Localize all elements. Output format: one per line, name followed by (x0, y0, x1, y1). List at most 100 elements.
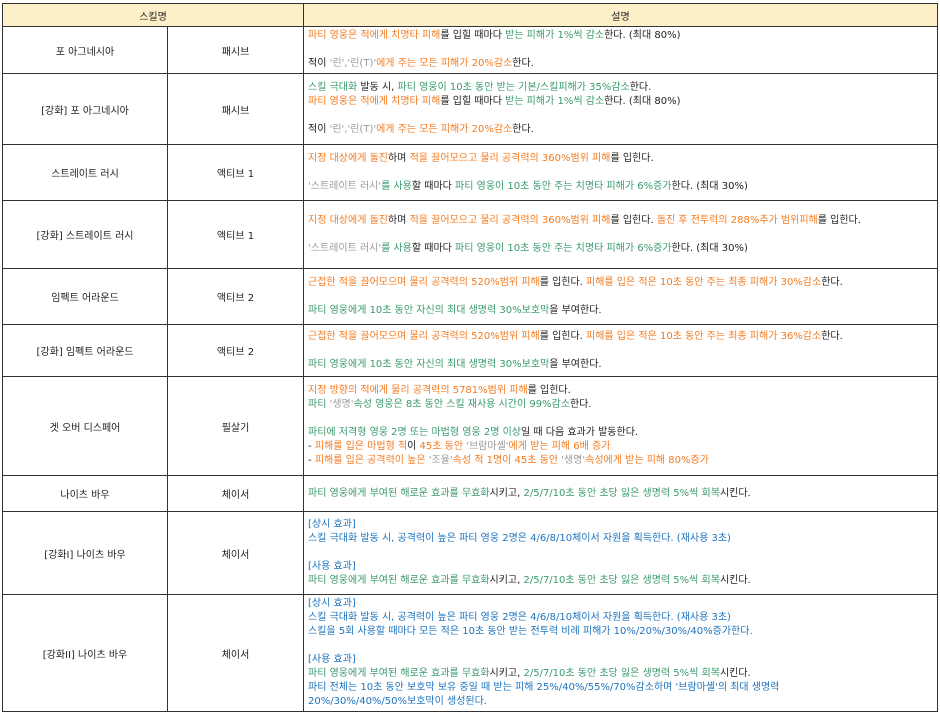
description-line: 파티 전체는 10초 동안 보호막 보유 중일 때 받는 피해 25%/40%/… (308, 681, 933, 695)
text-segment: 파티 영웅에게 부여된 해로운 효과를 무효화 (308, 487, 490, 499)
text-segment: 받는 피해가 1%씩 감소 (505, 96, 605, 107)
skill-type: 필살기 (166, 376, 305, 476)
text-segment: 하며 (387, 152, 410, 164)
text-segment: - (308, 441, 315, 452)
text-segment: 피해를 입은 공격력이 높은 (314, 455, 429, 466)
text-segment: 파티에 저격형 영웅 2명 또는 마법형 영웅 2명 이상 (308, 427, 521, 438)
text-segment: 를 사용 (381, 180, 412, 192)
description-line (308, 290, 933, 304)
text-segment: 근접한 적을 끌어모으며 물리 공격력의 520%범위 피해 (308, 276, 540, 288)
text-segment: '생명' (561, 455, 586, 466)
text-segment: - (308, 455, 315, 466)
description-line (308, 344, 933, 358)
description-line (308, 166, 933, 180)
skill-description: 지정 방향의 적에게 물리 공격력의 5781%범위 피해를 입힌다. 파티 '생… (303, 376, 938, 476)
skill-description: 지정 대상에게 돌진하며 적을 끌어모으고 물리 공격력의 360%범위 피해를… (303, 200, 938, 269)
text-segment: 받는 피해가 1%씩 감소 (505, 30, 605, 41)
description-line: 근접한 적을 끌어모으며 물리 공격력의 520%범위 피해를 입힌다. 피해를… (308, 330, 933, 344)
skill-description: 근접한 적을 끌어모으며 물리 공격력의 520%범위 피해를 입힌다. 피해를… (303, 268, 938, 325)
text-segment: 시키고, (489, 487, 524, 499)
text-segment: 한다. (569, 399, 592, 410)
description-line: 지정 대상에게 돌진하며 적을 끌어모으고 물리 공격력의 360%범위 피해를… (308, 214, 933, 228)
skill-type: 액티브 2 (166, 268, 305, 325)
description-line (308, 109, 933, 123)
skill-type: 액티브 1 (166, 200, 305, 269)
text-segment: 파티 영웅에게 10초 동안 자신의 최대 생명력 30%보호막 (308, 358, 550, 370)
text-segment: [사용 효과] (308, 654, 356, 665)
text-segment: 속성 적 1명이 45초 동안 (452, 455, 562, 466)
skill-name: 임펙트 어라운드 (2, 268, 168, 325)
header-skill-name: 스킬명 (1, 3, 305, 27)
description-line: 파티 '생명'속성 영웅은 8초 동안 스킬 재사용 시간이 99%감소한다. (308, 398, 933, 412)
skill-description: 파티 영웅은 적에게 치명타 피해를 입힐 때마다 받는 피해가 1%씩 감소한… (303, 26, 938, 74)
text-segment: 지정 대상에게 돌진 (308, 214, 388, 226)
text-segment: 스킬 극대화 (308, 82, 358, 93)
skill-name: [강화I] 나이츠 바우 (2, 511, 168, 595)
text-segment: 를 입힌다. (610, 214, 657, 226)
text-segment: 할 때마다 (411, 180, 456, 192)
description-line: 파티 영웅에게 부여된 해로운 효과를 무효화시키고, 2/5/7/10초 동안… (308, 487, 933, 501)
description-line: 적이 '린','린(T)'에게 주는 모든 피해가 20%감소한다. (308, 123, 933, 137)
text-segment: [상시 효과] (308, 598, 356, 609)
description-line: 지정 대상에게 돌진하며 적을 끌어모으고 물리 공격력의 360%범위 피해를… (308, 152, 933, 166)
description-line: [상시 효과] (308, 597, 933, 611)
text-segment: 이 (407, 441, 420, 452)
text-segment: 스킬 극대화 발동 시, 공격력이 높은 파티 영웅 2명은 4/6/8/10체… (308, 612, 731, 623)
description-line: 적이 '린','린(T)'에게 주는 모든 피해가 20%감소한다. (308, 57, 933, 71)
header-description: 설명 (303, 3, 938, 27)
skill-type: 체이서 (166, 511, 305, 595)
text-segment: 파티 영웅이 10초 동안 주는 치명타 피해가 6%증가 (455, 242, 672, 254)
table-row: 겟 오버 디스페어 필살기 지정 방향의 적에게 물리 공격력의 5781%범위 피… (2, 376, 938, 476)
description-line: [사용 효과] (308, 653, 933, 667)
text-segment: 파티 영웅은 적에게 치명타 피해 (308, 96, 441, 107)
text-segment: 2/5/7/10초 동안 초당 잃은 생명력 5%씩 회복 (523, 487, 720, 499)
text-segment: 를 입힌다. (539, 330, 587, 342)
description-line: [상시 효과] (308, 518, 933, 532)
text-segment: 에게 받는 피해 6배 증가 (508, 441, 611, 452)
text-segment: 을 부여한다. (549, 358, 602, 370)
skill-name: [강화] 임펙트 어라운드 (2, 324, 168, 377)
description-line: 파티 영웅에게 10초 동안 자신의 최대 생명력 30%보호막을 부여한다. (308, 358, 933, 372)
text-segment: '스트레이트 러시' (308, 242, 382, 254)
skill-type: 패시브 (166, 26, 305, 74)
header-row: 스킬명 설명 (1, 3, 938, 27)
text-segment: 시킨다. (719, 668, 751, 679)
text-segment: 지정 대상에게 돌진 (308, 152, 388, 164)
text-segment: 를 입힌다. (610, 152, 654, 164)
text-segment: 파티 영웅에게 부여된 해로운 효과를 무효화 (308, 575, 490, 586)
text-segment: '린','린(T)' (329, 124, 377, 135)
description-line: 20%/30%/40%/50%보호막이 생성된다. (308, 695, 933, 709)
text-segment: 20%/30%/40%/50%보호막이 생성된다. (308, 696, 487, 707)
text-segment: 할 때마다 (411, 242, 456, 254)
text-segment: 발동 시, (357, 82, 398, 93)
table-row: [강화] 포 아그네시아 패시브 스킬 극대화 발동 시, 파티 영웅이 10초 동… (2, 73, 938, 145)
text-segment: 2/5/7/10초 동안 초당 잃은 생명력 5%씩 회복 (523, 668, 720, 679)
description-line: - 피해를 입은 마법형 적이 45초 동안 '브람마셸'에게 받는 피해 6배… (308, 440, 933, 454)
text-segment: 파티 전체는 10초 동안 보호막 보유 중일 때 받는 피해 25%/40%/… (308, 682, 780, 693)
table-row: 나이츠 바우 체이서 파티 영웅에게 부여된 해로운 효과를 무효화시키고, 2/5… (2, 475, 938, 512)
text-segment: 파티 영웅이 10초 동안 받는 기본/스킬피해가 35%감소 (397, 82, 630, 93)
description-line (308, 228, 933, 242)
text-segment: '브람마셸' (466, 441, 509, 452)
text-segment: 에게 주는 모든 피해가 20%감소 (376, 58, 513, 69)
description-line (308, 43, 933, 57)
text-segment: 적이 (308, 58, 330, 69)
text-segment: 시키고, (489, 575, 524, 586)
description-line: 파티 영웅에게 부여된 해로운 효과를 무효화시키고, 2/5/7/10초 동안… (308, 667, 933, 681)
text-segment: 돌진 후 전투력의 288%추가 범위피해 (656, 214, 818, 226)
text-segment: 를 입힐 때마다 (440, 96, 506, 107)
text-segment: 한다. (512, 124, 534, 135)
table-row: 임펙트 어라운드 액티브 2 근접한 적을 끌어모으며 물리 공격력의 520%범위… (2, 268, 938, 325)
text-segment: [사용 효과] (308, 561, 356, 572)
skill-type: 패시브 (166, 73, 305, 145)
text-segment: '스트레이트 러시' (308, 180, 382, 192)
description-line: 파티 영웅은 적에게 치명타 피해를 입힐 때마다 받는 피해가 1%씩 감소한… (308, 29, 933, 43)
skill-type: 액티브 1 (166, 144, 305, 201)
description-line (308, 412, 933, 426)
skill-name: 포 아그네시아 (2, 26, 168, 74)
text-segment: 한다. (821, 276, 843, 288)
description-line: 스킬 극대화 발동 시, 공격력이 높은 파티 영웅 2명은 4/6/8/10체… (308, 532, 933, 546)
text-segment: 한다. (821, 330, 843, 342)
text-segment: 시키고, (489, 668, 524, 679)
table-row: 스트레이트 러시 액티브 1 지정 대상에게 돌진하며 적을 끌어모으고 물리 공격… (2, 144, 938, 201)
